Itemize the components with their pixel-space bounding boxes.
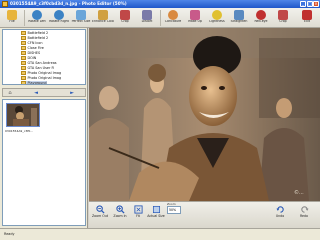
lightness-button[interactable]: Lightness: [206, 9, 228, 27]
exit-button[interactable]: Exit: [296, 9, 318, 27]
fit-icon: [133, 205, 143, 214]
rotate-right-button[interactable]: Rotate Right: [48, 9, 70, 27]
thumbnail-image: [7, 104, 39, 126]
folder-icon: [21, 66, 26, 70]
straighten-icon: [234, 10, 244, 20]
fit-button[interactable]: Fit: [129, 205, 147, 218]
redo-icon: [300, 206, 309, 213]
home-button[interactable]: ⌂: [5, 90, 15, 96]
folder-icon: [21, 46, 26, 50]
zoom-input[interactable]: 50%: [167, 206, 181, 214]
tree-item-selected[interactable]: Playground: [21, 81, 47, 84]
zoom-in-button[interactable]: Zoom In: [111, 205, 129, 218]
folder-icon: [21, 41, 26, 45]
image-thumbnail[interactable]: [6, 103, 40, 127]
minimize-button[interactable]: _: [300, 1, 306, 7]
crop-icon: [278, 10, 288, 20]
actual-size-button[interactable]: Actual Size: [147, 205, 165, 218]
caricature-button[interactable]: Caricature: [162, 9, 184, 27]
sun-icon: [212, 10, 222, 20]
title-bar: 0301554A9_c3f0cbd3d_n.jpg - Photo Editor…: [0, 0, 320, 8]
crop-button[interactable]: Crop: [272, 9, 294, 27]
distort-icon: [142, 10, 152, 20]
thumbnail-list[interactable]: 0301554A9_c3f0...: [2, 99, 86, 226]
image-canvas[interactable]: ©...: [89, 28, 320, 201]
folder-icon: [21, 76, 26, 80]
folder-icon: [21, 61, 26, 65]
status-bar: Ready: [0, 228, 320, 240]
left-panel: Battlefield 2 Battlefield 2 CFN Icon Clo…: [0, 28, 88, 228]
eye-icon: [256, 10, 266, 20]
exit-icon: [302, 10, 312, 20]
thumbnail-caption: 0301554A9_c3f0...: [5, 129, 34, 133]
toolbar-separator: [160, 10, 161, 26]
nav-bar: ⌂ ◄ ►: [2, 88, 86, 97]
undo-button[interactable]: Undo: [271, 205, 289, 218]
caricature-icon: [168, 10, 178, 20]
makeup-button[interactable]: Make Up: [184, 9, 206, 27]
distort-button[interactable]: Distort: [136, 9, 158, 27]
perfect-size-button[interactable]: Perfect Size: [70, 9, 92, 27]
zoom-in-icon: [115, 205, 125, 214]
zoom-out-icon: [95, 205, 105, 214]
back-button[interactable]: ◄: [31, 90, 41, 96]
folder-icon: [21, 31, 26, 35]
makeup-icon: [190, 10, 200, 20]
crop-icon: [120, 10, 130, 20]
folder-icon: [7, 10, 17, 20]
undo-icon: [275, 206, 284, 213]
actual-size-icon: [152, 205, 160, 214]
folder-tree[interactable]: Battlefield 2 Battlefield 2 CFN Icon Clo…: [2, 29, 86, 85]
resize-icon: [76, 10, 86, 20]
zoom-out-button[interactable]: Zoom Out: [91, 205, 109, 218]
folder-icon: [21, 56, 26, 60]
folder-icon: [21, 36, 26, 40]
toolbar-separator: [24, 10, 25, 26]
close-button[interactable]: ×: [313, 1, 319, 7]
rotate-right-icon: [54, 10, 64, 20]
window-title: 0301554A9_c3f0cbd3d_n.jpg - Photo Editor…: [10, 1, 127, 6]
file-button[interactable]: File: [1, 9, 23, 27]
photo: ©...: [89, 28, 320, 201]
straighten-button[interactable]: Straighten: [228, 9, 250, 27]
main-toolbar: File Rotate Left Rotate Right Perfect Si…: [0, 8, 320, 28]
enhance-color-button[interactable]: Enhance Color: [92, 9, 114, 27]
palette-icon: [98, 10, 108, 20]
forward-button[interactable]: ►: [67, 90, 77, 96]
folder-icon: [21, 81, 26, 84]
status-text: Ready: [4, 232, 15, 236]
rotate-left-icon: [32, 10, 42, 20]
rotate-left-button[interactable]: Rotate Left: [26, 9, 48, 27]
folder-icon: [21, 51, 26, 55]
watermark: ©...: [294, 189, 304, 196]
folder-icon: [21, 71, 26, 75]
crop-square-button[interactable]: Crop: [114, 9, 136, 27]
redeye-button[interactable]: Red-eye: [250, 9, 272, 27]
redo-button[interactable]: Redo: [295, 205, 313, 218]
bottom-toolbar: Zoom Out Zoom In Fit Actual Size Zoom 50…: [89, 201, 320, 228]
app-icon: [2, 1, 8, 7]
